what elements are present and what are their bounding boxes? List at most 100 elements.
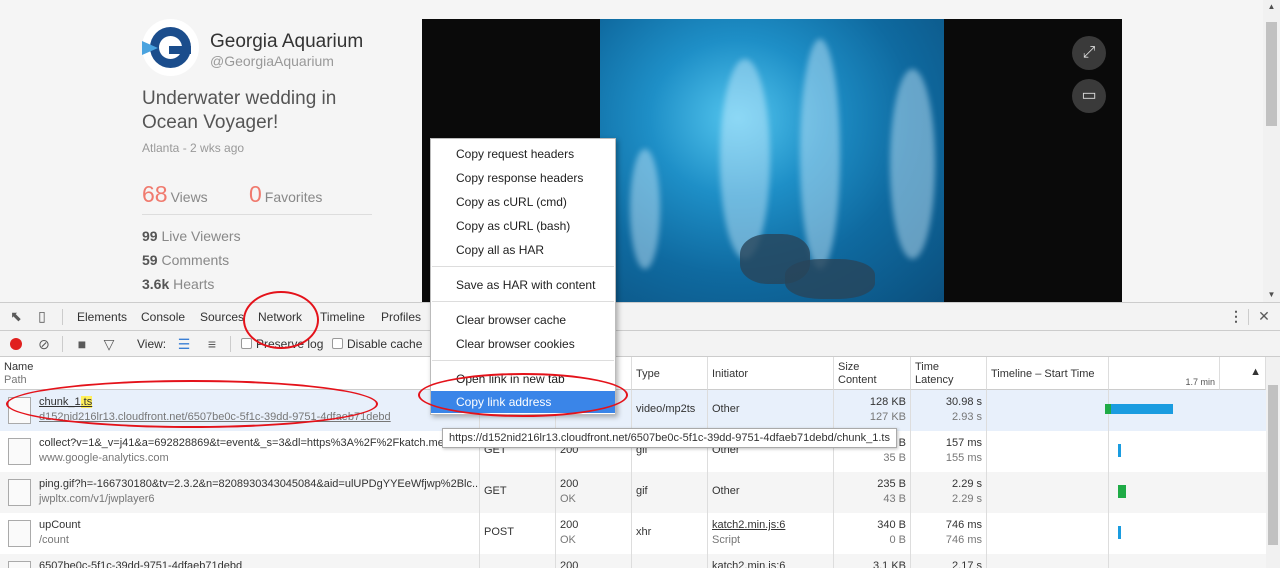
- account-name[interactable]: Georgia Aquarium: [210, 31, 363, 53]
- record-icon[interactable]: [10, 338, 22, 350]
- tab-elements[interactable]: Elements: [77, 310, 127, 324]
- stat-number: 59: [142, 252, 158, 268]
- stat-number: 3.6k: [142, 276, 170, 292]
- header-content: Content: [838, 374, 877, 386]
- request-name: 6507be0c-5f1c-39dd-9751-4dfaeb71debd: [39, 560, 243, 568]
- waterfall-download-bar: [1111, 404, 1173, 414]
- file-icon: [8, 479, 31, 506]
- size-cell: 128 KB 127 KB: [834, 390, 911, 431]
- initiator-cell: Other: [708, 472, 834, 513]
- scroll-up-icon[interactable]: ▲: [1263, 0, 1280, 14]
- menu-open-link-new-tab[interactable]: Open link in new tab: [431, 368, 615, 390]
- menu-copy-request-headers[interactable]: Copy request headers: [431, 143, 615, 165]
- stat-number: 99: [142, 228, 158, 244]
- header-name: Name: [4, 361, 34, 373]
- column-header-type[interactable]: Type: [632, 357, 708, 390]
- time-value: 746 ms: [945, 519, 982, 531]
- diver-silhouette: [785, 259, 875, 299]
- column-header-timeline[interactable]: Timeline – Start Time: [987, 357, 1109, 390]
- menu-save-as-har[interactable]: Save as HAR with content: [431, 274, 615, 296]
- devtools-tabbar: ⬉ ▯ Elements Console Sources Network Tim…: [0, 303, 1280, 331]
- tab-timeline[interactable]: Timeline: [320, 310, 365, 324]
- menu-copy-all-as-har[interactable]: Copy all as HAR: [431, 239, 615, 261]
- size-cell: 3.1 KB: [834, 554, 911, 568]
- account-handle[interactable]: @GeorgiaAquarium: [210, 53, 334, 69]
- initiator-cell: katch2.min.js:6 Script: [708, 513, 834, 554]
- table-row[interactable]: 6507be0c-5f1c-39dd-9751-4dfaeb71debd 200…: [0, 554, 1266, 568]
- initiator-cell: Other: [708, 390, 834, 431]
- file-icon: [8, 520, 31, 547]
- georgia-aquarium-logo[interactable]: [142, 19, 199, 76]
- request-name-cell: upCount /count: [0, 513, 480, 554]
- disable-cache-label[interactable]: Disable cache: [347, 337, 422, 351]
- preserve-log-label[interactable]: Preserve log: [256, 337, 323, 351]
- request-name: collect?v=1&_v=j41&a=692828869&t=event&_…: [39, 437, 444, 449]
- size-value: 340 B: [877, 519, 906, 531]
- filter-icon[interactable]: ▽: [101, 336, 117, 352]
- tab-network[interactable]: Network: [258, 310, 302, 324]
- large-rows-icon[interactable]: ☰: [176, 336, 192, 352]
- network-table: Name Path Type Initiator Size Content Ti…: [0, 357, 1266, 568]
- views-number: 68: [142, 181, 168, 207]
- menu-separator: [432, 301, 614, 302]
- menu-clear-browser-cookies[interactable]: Clear browser cookies: [431, 333, 615, 355]
- favorites-count[interactable]: 0 Favorites: [249, 181, 322, 208]
- chat-bubble-icon[interactable]: ▭: [1072, 79, 1106, 113]
- sort-arrow-icon[interactable]: ▲: [1220, 357, 1266, 390]
- menu-copy-as-curl-cmd[interactable]: Copy as cURL (cmd): [431, 191, 615, 213]
- table-scrollbar[interactable]: [1266, 357, 1280, 568]
- initiator-cell[interactable]: katch2.min.js:6: [708, 554, 834, 568]
- view-label: View:: [137, 337, 167, 351]
- fullscreen-icon[interactable]: ⤢: [1072, 36, 1106, 70]
- time-cell: 157 ms 155 ms: [911, 431, 987, 472]
- overview-icon[interactable]: ≡: [204, 336, 220, 352]
- device-mode-icon[interactable]: ▯: [34, 308, 50, 324]
- request-name-cell: ping.gif?h=-166730180&tv=2.3.2&n=8208930…: [0, 472, 480, 513]
- size-cell: 340 B 0 B: [834, 513, 911, 554]
- menu-copy-as-curl-bash[interactable]: Copy as cURL (bash): [431, 215, 615, 237]
- status-text: OK: [560, 534, 576, 546]
- location-time: Atlanta - 2 wks ago: [142, 141, 245, 155]
- table-row[interactable]: chunk_1.ts d152nid216lr13.cloudfront.net…: [0, 390, 1266, 431]
- more-options-icon[interactable]: ⋮: [1228, 308, 1244, 324]
- timeline-cell: [987, 390, 1109, 431]
- menu-clear-browser-cache[interactable]: Clear browser cache: [431, 309, 615, 331]
- scroll-down-icon[interactable]: ▼: [1263, 288, 1280, 302]
- initiator-link[interactable]: katch2.min.js:6: [712, 518, 829, 533]
- time-cell: 2.17 s: [911, 554, 987, 568]
- clear-icon[interactable]: ⊘: [36, 336, 52, 352]
- column-header-time[interactable]: Time Latency: [911, 357, 987, 390]
- table-row[interactable]: upCount /count POST 200 OK xhr katch2.min…: [0, 513, 1266, 554]
- request-name-cell: collect?v=1&_v=j41&a=692828869&t=event&_…: [0, 431, 480, 472]
- tab-profiles[interactable]: Profiles: [381, 310, 421, 324]
- timeline-scale: 1.7 min: [1109, 357, 1220, 390]
- time-cell: 746 ms 746 ms: [911, 513, 987, 554]
- page-scrollbar[interactable]: ▲ ▼: [1263, 0, 1280, 302]
- column-header-initiator[interactable]: Initiator: [708, 357, 834, 390]
- table-row[interactable]: ping.gif?h=-166730180&tv=2.3.2&n=8208930…: [0, 472, 1266, 513]
- scroll-thumb[interactable]: [1266, 22, 1277, 126]
- menu-copy-response-headers[interactable]: Copy response headers: [431, 167, 615, 189]
- tab-sources[interactable]: Sources: [200, 310, 244, 324]
- latency-value: 155 ms: [945, 452, 982, 464]
- request-path: /count: [39, 534, 69, 546]
- views-count: 68 Views: [142, 181, 208, 208]
- request-name-cell: chunk_1.ts d152nid216lr13.cloudfront.net…: [0, 390, 480, 431]
- preserve-log-checkbox[interactable]: [241, 338, 252, 349]
- column-header-size[interactable]: Size Content: [834, 357, 911, 390]
- close-icon[interactable]: ✕: [1256, 308, 1272, 324]
- camera-icon[interactable]: ■: [74, 336, 90, 352]
- divider: [142, 214, 372, 215]
- column-header-name[interactable]: Name Path: [0, 357, 480, 390]
- divider: [1248, 309, 1249, 325]
- inspect-element-icon[interactable]: ⬉: [8, 308, 24, 324]
- table-scroll-thumb[interactable]: [1268, 385, 1278, 545]
- time-value: 30.98 s: [945, 396, 982, 408]
- menu-copy-link-address[interactable]: Copy link address: [431, 391, 615, 413]
- tab-console[interactable]: Console: [141, 310, 185, 324]
- content-value: 35 B: [883, 452, 906, 464]
- views-label: Views: [170, 189, 208, 205]
- method-cell: [480, 554, 556, 568]
- latency-value: 2.93 s: [952, 411, 982, 423]
- disable-cache-checkbox[interactable]: [332, 338, 343, 349]
